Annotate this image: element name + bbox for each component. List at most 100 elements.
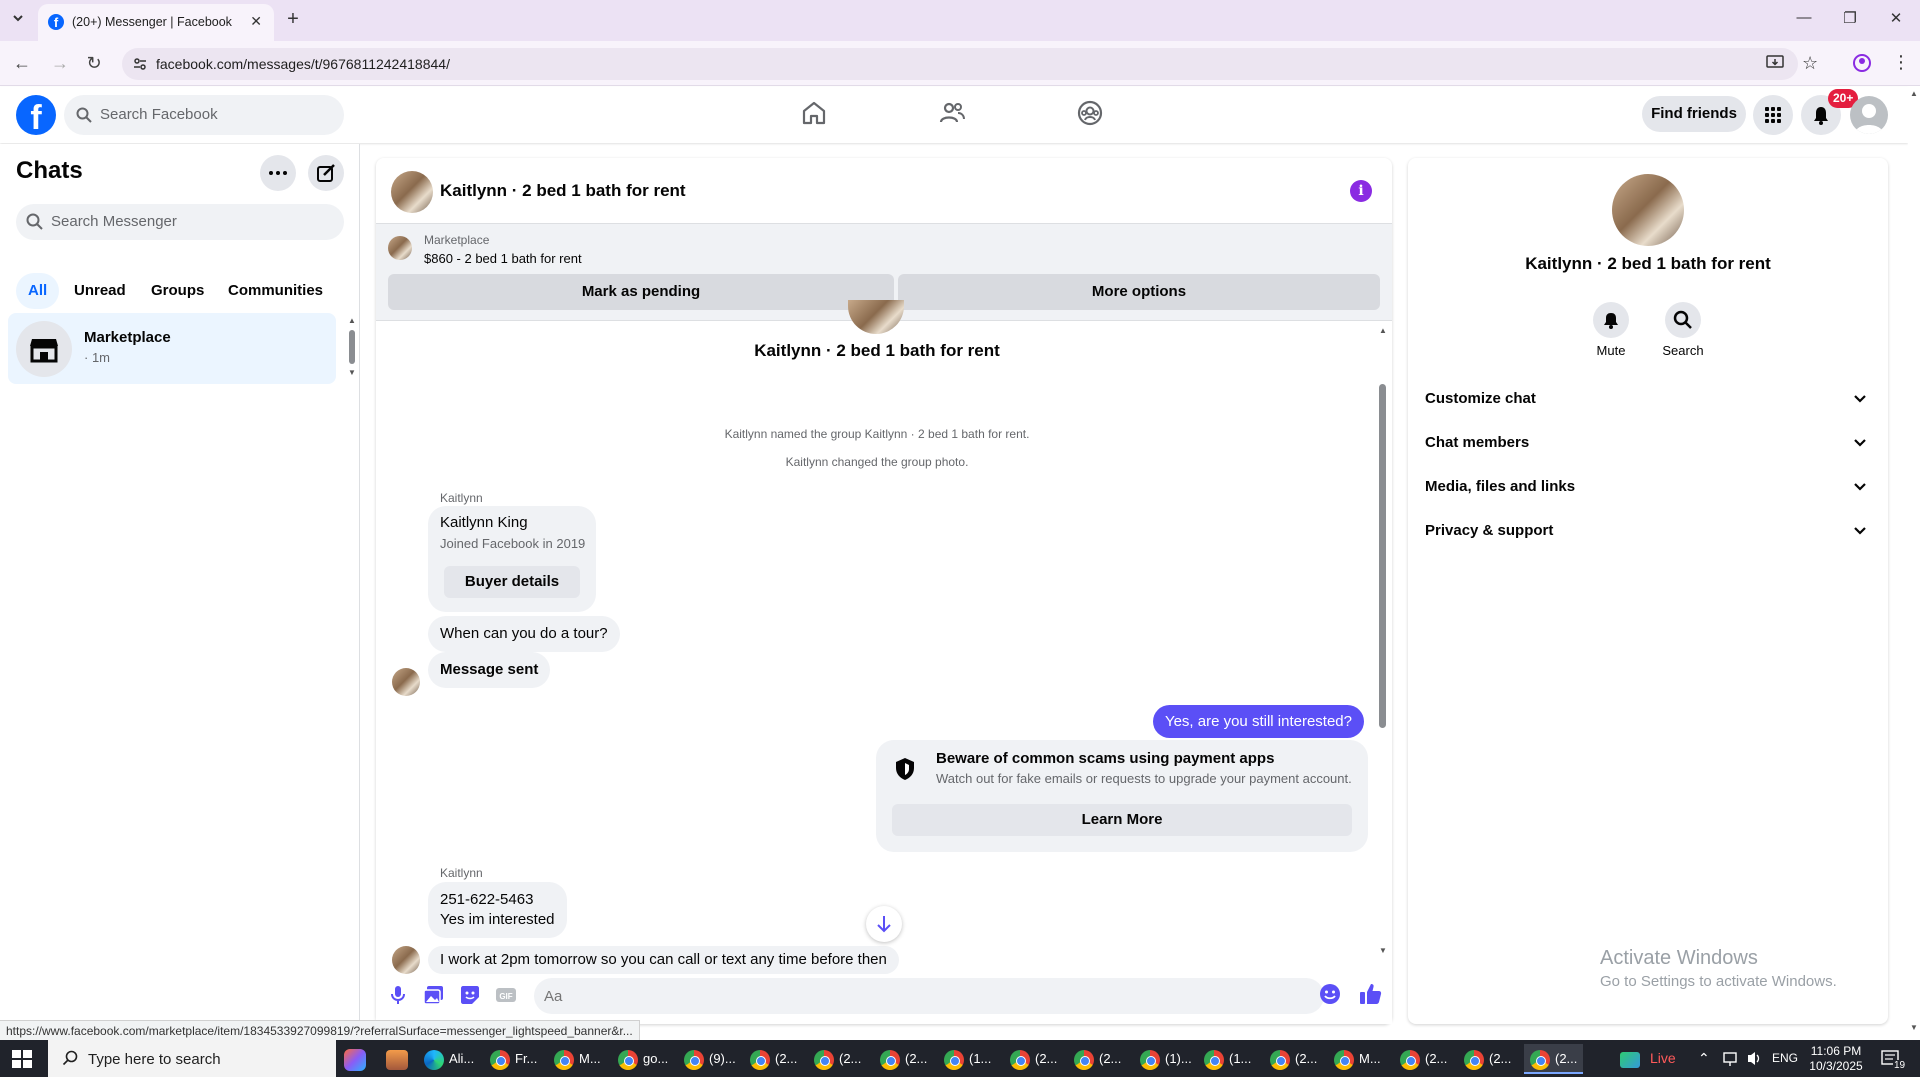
scroll-to-bottom-button[interactable] — [866, 906, 902, 942]
taskbar-app-edge[interactable]: Ali... — [424, 1044, 474, 1074]
gif-icon[interactable]: GIF — [494, 983, 518, 1007]
taskbar-app-chrome[interactable]: (2... — [1074, 1044, 1121, 1074]
messenger-search-input[interactable]: Search Messenger — [16, 204, 344, 240]
conversation-scrollbar-thumb[interactable] — [1379, 384, 1386, 728]
facebook-logo-icon[interactable]: f — [16, 95, 56, 135]
close-tab-icon[interactable]: ✕ — [250, 13, 262, 30]
more-options-button[interactable]: More options — [898, 274, 1380, 310]
message-bubble[interactable]: When can you do a tour? — [428, 616, 620, 652]
chats-scrollbar-thumb[interactable] — [349, 330, 355, 364]
live-widget[interactable]: Live — [1620, 1040, 1676, 1077]
chats-scroll-up-icon[interactable]: ▲ — [348, 316, 356, 325]
taskbar-app-chrome[interactable]: (1)... — [1140, 1044, 1192, 1074]
taskbar-app-chrome[interactable]: Fr... — [490, 1044, 537, 1074]
browser-menu-icon[interactable]: ⋮ — [1892, 52, 1910, 73]
tray-network-icon[interactable] — [1722, 1040, 1738, 1077]
home-icon[interactable] — [800, 99, 832, 131]
my-message-bubble[interactable]: Yes, are you still interested? — [1152, 705, 1364, 738]
sticker-icon[interactable] — [458, 983, 482, 1007]
message-bubble[interactable]: Message sent — [428, 652, 551, 688]
chat-item-name: Marketplace — [84, 329, 171, 346]
taskbar-app-chrome-active[interactable]: (2... — [1524, 1044, 1584, 1074]
thumbs-up-like-icon[interactable] — [1358, 981, 1384, 1007]
taskbar-app-chrome[interactable]: (1... — [944, 1044, 991, 1074]
emoji-icon[interactable] — [1318, 982, 1342, 1006]
customize-chat-section[interactable]: Customize chat — [1424, 378, 1876, 422]
taskbar-app-chrome[interactable]: (2... — [1464, 1044, 1511, 1074]
new-message-button[interactable] — [308, 155, 344, 191]
filter-groups[interactable]: Groups — [139, 273, 216, 309]
filter-all[interactable]: All — [16, 273, 60, 309]
taskbar-app-chrome[interactable]: (2... — [880, 1044, 927, 1074]
facebook-search-input[interactable]: Search Facebook — [64, 95, 344, 135]
menu-grid-button[interactable] — [1753, 95, 1793, 135]
mute-button[interactable] — [1593, 302, 1629, 338]
taskbar-app-widget[interactable] — [386, 1044, 408, 1074]
learn-more-button[interactable]: Learn More — [892, 804, 1352, 836]
conversation-title[interactable]: Kaitlynn · 2 bed 1 bath for rent — [440, 181, 686, 201]
microphone-icon[interactable] — [386, 983, 410, 1007]
new-tab-button[interactable]: + — [282, 8, 304, 31]
taskbar-app-chrome[interactable]: (2... — [814, 1044, 861, 1074]
bookmark-star-icon[interactable]: ☆ — [1802, 53, 1818, 74]
close-window-icon[interactable]: ✕ — [1876, 9, 1916, 27]
chats-options-button[interactable] — [260, 155, 296, 191]
chat-info-photo[interactable] — [1612, 174, 1684, 246]
filter-communities[interactable]: Communities — [216, 273, 335, 309]
taskbar-app-chrome[interactable]: (9)... — [684, 1044, 736, 1074]
page-scrollbar[interactable]: ▲ ▼ — [1908, 87, 1920, 1040]
taskbar-app-chrome[interactable]: M... — [554, 1044, 601, 1074]
sender-avatar[interactable] — [392, 946, 420, 974]
forward-icon[interactable]: → — [48, 51, 72, 75]
conversation-info-icon[interactable]: i — [1350, 180, 1372, 202]
message-bubble[interactable]: 251-622-5463 Yes im interested — [428, 882, 567, 938]
message-bubble[interactable]: I work at 2pm tomorrow so you can call o… — [428, 946, 899, 974]
taskbar-app-chrome[interactable]: (2... — [1270, 1044, 1317, 1074]
listing-thumbnail[interactable] — [388, 236, 412, 260]
message-input[interactable] — [534, 978, 1324, 1014]
sender-avatar[interactable] — [392, 668, 420, 696]
buyer-details-button[interactable]: Buyer details — [444, 566, 580, 598]
taskbar-app-chrome[interactable]: (2... — [750, 1044, 797, 1074]
profile-icon[interactable] — [1852, 53, 1872, 73]
taskbar-app-chrome[interactable]: (2... — [1400, 1044, 1447, 1074]
browser-tab-active[interactable]: f (20+) Messenger | Facebook ✕ — [38, 4, 274, 41]
tray-language[interactable]: ENG — [1772, 1040, 1798, 1077]
friends-icon[interactable] — [938, 99, 970, 131]
filter-unread[interactable]: Unread — [62, 273, 138, 309]
taskbar-app-chrome[interactable]: (2... — [1010, 1044, 1057, 1074]
account-avatar[interactable] — [1850, 96, 1888, 134]
mark-as-pending-button[interactable]: Mark as pending — [388, 274, 894, 310]
maximize-icon[interactable]: ❐ — [1830, 9, 1870, 27]
photo-attach-icon[interactable] — [422, 983, 446, 1007]
listing-title[interactable]: $860 - 2 bed 1 bath for rent — [424, 251, 582, 266]
search-in-conversation-button[interactable] — [1665, 302, 1701, 338]
windows-start-icon[interactable] — [12, 1050, 32, 1068]
conversation-scrollbar[interactable]: ▲ ▼ — [1378, 326, 1388, 962]
tab-search-icon[interactable] — [10, 10, 30, 26]
taskbar-search-input[interactable]: Type here to search — [48, 1040, 336, 1077]
sender-name: Kaitlynn — [440, 866, 483, 880]
taskbar-app-chrome[interactable]: (1... — [1204, 1044, 1251, 1074]
address-bar[interactable]: facebook.com/messages/t/9676811242418844… — [122, 48, 1798, 80]
conversation-photo[interactable] — [391, 171, 433, 213]
site-settings-icon[interactable] — [132, 56, 148, 72]
privacy-support-section[interactable]: Privacy & support — [1424, 510, 1876, 554]
media-files-links-section[interactable]: Media, files and links — [1424, 466, 1876, 510]
find-friends-button[interactable]: Find friends — [1642, 96, 1746, 132]
chat-members-section[interactable]: Chat members — [1424, 422, 1876, 466]
tray-volume-icon[interactable] — [1746, 1040, 1762, 1077]
tray-clock[interactable]: 11:06 PM 10/3/2025 — [1806, 1040, 1866, 1074]
groups-icon[interactable] — [1076, 99, 1108, 131]
taskbar-app-copilot[interactable] — [344, 1044, 366, 1074]
install-app-icon[interactable] — [1766, 55, 1784, 71]
tab-title: (20+) Messenger | Facebook — [72, 15, 232, 29]
minimize-icon[interactable]: — — [1784, 9, 1824, 26]
reload-icon[interactable]: ↻ — [82, 51, 106, 75]
chats-scroll-down-icon[interactable]: ▼ — [348, 368, 356, 377]
taskbar-app-chrome[interactable]: M... — [1334, 1044, 1381, 1074]
chat-list-item-marketplace[interactable]: Marketplace · 1m — [8, 313, 336, 384]
back-icon[interactable]: ← — [10, 51, 34, 75]
taskbar-app-chrome[interactable]: go... — [618, 1044, 668, 1074]
tray-chevron-up-icon[interactable]: ⌃ — [1698, 1040, 1710, 1077]
